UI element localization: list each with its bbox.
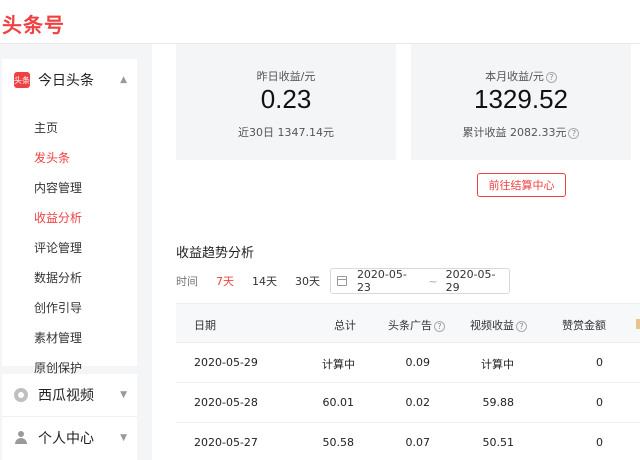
time-option-7d[interactable]: 7天 (216, 273, 234, 289)
time-label: 时间 (176, 275, 198, 288)
stat-subtext-row: 累计收益 2082.33元? (411, 124, 631, 140)
header-tip: 赞赏金额 (562, 319, 606, 332)
stat-card-yesterday: 昨日收益/元 0.23 近30日 1347.14元 (176, 44, 396, 160)
calendar-icon (337, 276, 347, 286)
nav-title-xigua: 西瓜视频 (38, 388, 94, 404)
date-end: 2020-05-29 (445, 268, 496, 294)
sidebar-item-guide[interactable]: 创作引导 (34, 299, 82, 316)
nav-section-personal[interactable]: 个人中心 ▼ (2, 416, 137, 460)
table-row: 2020-05-29 计算中 0.09 计算中 0 (176, 343, 640, 383)
table-row: 2020-05-27 50.58 0.07 50.51 0 (176, 423, 640, 460)
help-icon[interactable]: ? (516, 320, 527, 332)
header-total: 总计 (334, 319, 356, 332)
cell-video: 59.88 (482, 396, 515, 409)
stat-label: 昨日收益/元 (256, 70, 316, 83)
top-bar: 头条号 (0, 0, 640, 44)
stat-value: 0.23 (260, 84, 312, 114)
cell-total: 60.01 (322, 396, 355, 409)
cell-total: 计算中 (322, 358, 355, 371)
user-icon (14, 431, 28, 445)
chevron-up-icon: ▲ (120, 75, 127, 85)
sidebar-item-materials[interactable]: 素材管理 (34, 329, 82, 346)
help-icon[interactable]: ? (545, 71, 557, 83)
stat-subtext: 累计收益 2082.33元 (462, 126, 567, 139)
stat-subtext: 近30日 1347.14元 (238, 126, 334, 139)
cell-total: 50.58 (322, 436, 355, 449)
nav-title-personal: 个人中心 (38, 431, 94, 447)
cell-ad: 0.07 (405, 436, 431, 449)
time-option-14d[interactable]: 14天 (252, 273, 277, 289)
cell-video: 50.51 (482, 436, 515, 449)
chevron-down-icon: ▼ (120, 390, 127, 400)
trend-section-title: 收益趋势分析 (176, 246, 255, 261)
cell-date: 2020-05-27 (194, 436, 258, 449)
nav-header-xigua[interactable]: 西瓜视频 ▼ (14, 384, 127, 406)
stat-label-row: 本月收益/元? (411, 68, 631, 84)
stat-value: 1329.52 (474, 84, 568, 114)
nav-header-toutiao[interactable]: 头条 今日头条 ▲ (14, 69, 127, 91)
header-video: 视频收益? (470, 317, 527, 333)
cell-tip: 0 (596, 396, 603, 409)
table-header: 日期 总计 头条广告? 视频收益? 赞赏金额 (176, 303, 640, 343)
xigua-icon (14, 388, 28, 402)
date-separator: ~ (428, 274, 438, 288)
sidebar: 头条 今日头条 ▲ 主页 发头条 内容管理 收益分析 评论管理 数据分析 创作引… (0, 44, 152, 460)
cell-ad: 0.02 (405, 396, 431, 409)
cell-ad: 0.09 (405, 356, 431, 369)
nav-section-toutiao: 头条 今日头条 ▲ 主页 发头条 内容管理 收益分析 评论管理 数据分析 创作引… (2, 59, 137, 375)
header-date: 日期 (194, 319, 216, 332)
help-icon[interactable]: ? (568, 127, 580, 139)
time-option-30d[interactable]: 30天 (295, 273, 320, 289)
cell-video: 计算中 (481, 358, 514, 371)
settlement-center-button[interactable]: 前往结算中心 (477, 173, 566, 197)
toutiao-brand-icon: 头条 (14, 72, 30, 88)
chevron-down-icon: ▼ (120, 433, 127, 443)
sidebar-item-home[interactable]: 主页 (34, 119, 58, 136)
nav-header-personal[interactable]: 个人中心 ▼ (14, 427, 127, 449)
header-video-label: 视频收益 (470, 319, 514, 332)
cell-tip: 0 (596, 436, 603, 449)
stat-card-month: 本月收益/元? 1329.52 累计收益 2082.33元? (411, 44, 631, 160)
time-filter: 时间 7天 14天 30天 (176, 272, 338, 290)
sidebar-item-revenue[interactable]: 收益分析 (34, 209, 82, 226)
sidebar-item-comments[interactable]: 评论管理 (34, 239, 82, 256)
sidebar-item-content[interactable]: 内容管理 (34, 179, 82, 196)
nav-title-toutiao: 今日头条 (38, 73, 94, 89)
header-ad-label: 头条广告 (388, 319, 432, 332)
sidebar-item-publish[interactable]: 发头条 (34, 149, 70, 166)
date-start: 2020-05-23 (356, 268, 407, 294)
table-row: 2020-05-28 60.01 0.02 59.88 0 (176, 383, 640, 423)
header-ad: 头条广告? (388, 317, 445, 333)
cell-date: 2020-05-28 (194, 396, 258, 409)
cell-tip: 0 (596, 356, 603, 369)
app-logo[interactable]: 头条号 (2, 9, 65, 38)
date-range-picker[interactable]: 2020-05-23 ~ 2020-05-29 (330, 268, 510, 294)
nav-section-xigua[interactable]: 西瓜视频 ▼ (2, 374, 137, 416)
more-columns-icon (636, 319, 640, 329)
help-icon[interactable]: ? (434, 320, 445, 332)
cell-date: 2020-05-29 (194, 356, 258, 369)
sidebar-item-data[interactable]: 数据分析 (34, 269, 82, 286)
stat-label: 本月收益/元 (485, 70, 544, 83)
